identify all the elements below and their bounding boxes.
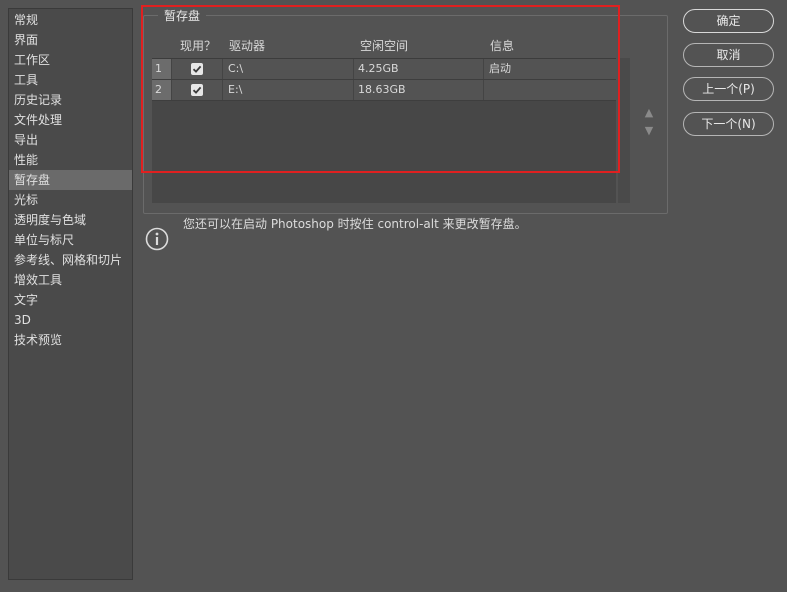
sidebar-item-export[interactable]: 导出	[9, 130, 132, 150]
group-title: 暂存盘	[158, 7, 207, 24]
sidebar-item-scratch-disks[interactable]: 暂存盘	[9, 170, 132, 190]
info-icon	[145, 227, 169, 251]
move-down-icon[interactable]: ▼	[643, 125, 655, 137]
sidebar-item-units-rulers[interactable]: 单位与标尺	[9, 230, 132, 250]
table-scrollbar[interactable]	[618, 58, 630, 203]
sidebar-item-type[interactable]: 文字	[9, 290, 132, 310]
active-checkbox[interactable]	[191, 63, 203, 75]
sidebar-item-cursors[interactable]: 光标	[9, 190, 132, 210]
previous-button[interactable]: 上一个(P)	[683, 77, 774, 101]
free-space-cell: 4.25GB	[354, 59, 484, 79]
active-cell	[173, 59, 223, 79]
info-cell: 启动	[489, 62, 511, 75]
table-row[interactable]: 2 E:\ 18.63GB	[152, 80, 616, 101]
active-cell	[173, 80, 223, 100]
table-row[interactable]: 1 C:\ 4.25GB 启动	[152, 59, 616, 80]
move-up-icon[interactable]: ▲	[643, 107, 655, 119]
sidebar-item-file-handling[interactable]: 文件处理	[9, 110, 132, 130]
checkmark-icon	[192, 65, 202, 73]
ok-button[interactable]: 确定	[683, 9, 774, 33]
sidebar-item-3d[interactable]: 3D	[9, 310, 132, 330]
column-header-info: 信息	[490, 39, 515, 53]
active-checkbox[interactable]	[191, 84, 203, 96]
cancel-button[interactable]: 取消	[683, 43, 774, 67]
drive-cell: E:\	[224, 80, 354, 100]
checkmark-icon	[192, 86, 202, 94]
sidebar-item-interface[interactable]: 界面	[9, 30, 132, 50]
info-cell	[485, 80, 616, 100]
column-header-active: 现用？	[180, 39, 217, 53]
next-button[interactable]: 下一个(N)	[683, 112, 774, 136]
column-header-free-space: 空闲空间	[360, 39, 409, 53]
sidebar-item-tools[interactable]: 工具	[9, 70, 132, 90]
sidebar-item-history[interactable]: 历史记录	[9, 90, 132, 110]
drive-cell: C:\	[224, 59, 354, 79]
free-space-cell: 18.63GB	[354, 80, 484, 100]
sidebar-item-workspace[interactable]: 工作区	[9, 50, 132, 70]
info-text: 您还可以在启动 Photoshop 时按住 control-alt 来更改暂存盘…	[183, 217, 527, 231]
preferences-sidebar: 常规 界面 工作区 工具 历史记录 文件处理 导出 性能 暂存盘 光标 透明度与…	[8, 8, 133, 580]
sidebar-list: 常规 界面 工作区 工具 历史记录 文件处理 导出 性能 暂存盘 光标 透明度与…	[9, 9, 132, 350]
scratch-disks-table: 1 C:\ 4.25GB 启动 2 E:\ 18.63GB	[152, 58, 616, 203]
row-index: 1	[152, 59, 172, 79]
sidebar-item-plugins[interactable]: 增效工具	[9, 270, 132, 290]
row-index: 2	[152, 80, 172, 100]
sidebar-item-transparency[interactable]: 透明度与色域	[9, 210, 132, 230]
sidebar-item-general[interactable]: 常规	[9, 10, 132, 30]
sidebar-item-performance[interactable]: 性能	[9, 150, 132, 170]
column-header-drive: 驱动器	[229, 39, 266, 53]
sidebar-item-guides-grid[interactable]: 参考线、网格和切片	[9, 250, 132, 270]
sidebar-item-tech-preview[interactable]: 技术预览	[9, 330, 132, 350]
